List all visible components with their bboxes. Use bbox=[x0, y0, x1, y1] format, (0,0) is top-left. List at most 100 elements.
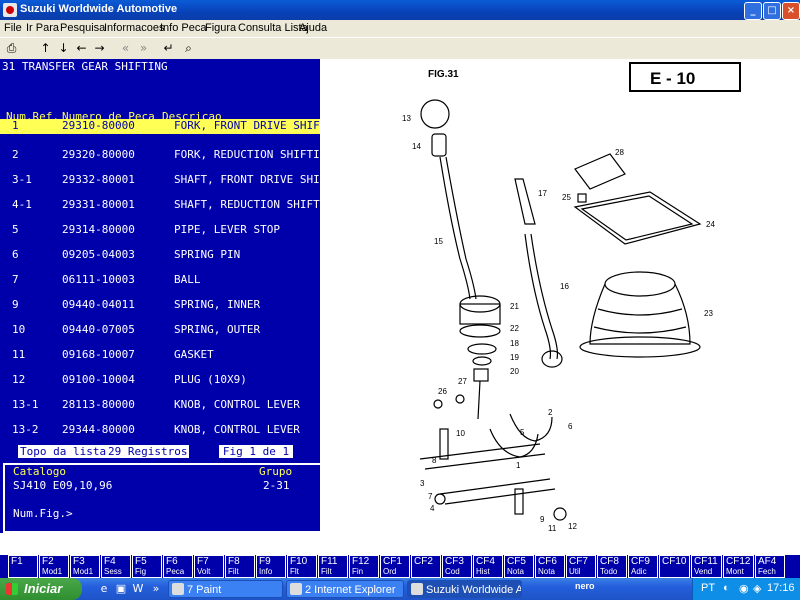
fkey-cf9[interactable]: CF9 Adic bbox=[628, 555, 658, 578]
clock: 17:16 bbox=[767, 582, 795, 594]
first-page-icon[interactable]: « bbox=[117, 40, 134, 57]
fkey-f1[interactable]: F1 bbox=[8, 555, 38, 578]
fkey-cf12[interactable]: CF12 Mont bbox=[723, 555, 754, 578]
task-paint-label: 7 Paint bbox=[187, 584, 222, 596]
minimize-button[interactable]: _ bbox=[744, 2, 762, 20]
fkey-cf3[interactable]: CF3 Cod bbox=[442, 555, 472, 578]
fkey-cf5[interactable]: CF5 Nota bbox=[504, 555, 534, 578]
table-row[interactable]: 12 09100-10004 PLUG (10X9) bbox=[0, 373, 320, 388]
quicklaunch-more-icon[interactable]: » bbox=[148, 581, 164, 597]
fkey-description: Mod1 bbox=[73, 567, 94, 576]
ref-number-cell: 13-2 bbox=[12, 423, 39, 436]
fkey-f6[interactable]: F6 Peca bbox=[163, 555, 193, 578]
fkey-af4[interactable]: AF4 Fech bbox=[755, 555, 785, 578]
menu-consulta-lista[interactable]: Consulta Lista bbox=[238, 22, 308, 34]
table-row[interactable]: 13-1 28113-80000 KNOB, CONTROL LEVER bbox=[0, 398, 320, 413]
maximize-button[interactable]: □ bbox=[763, 2, 781, 20]
task-internet-explorer[interactable]: 2 Internet Explorer bbox=[286, 580, 404, 598]
fkey-f7[interactable]: F7 Volt bbox=[194, 555, 224, 578]
group-value: 2-31 bbox=[263, 479, 290, 492]
callout-9: 9 bbox=[540, 515, 545, 524]
menu-file[interactable]: File bbox=[4, 22, 22, 34]
table-row[interactable]: 10 09440-07005 SPRING, OUTER bbox=[0, 323, 320, 338]
callout-6: 6 bbox=[568, 422, 573, 431]
arrow-up-icon[interactable]: ↑ bbox=[37, 40, 54, 57]
fkey-label: CF10 bbox=[662, 556, 687, 567]
task-paint[interactable]: 7 Paint bbox=[168, 580, 283, 598]
fkey-f4[interactable]: F4 Sess bbox=[101, 555, 131, 578]
figure-number-input[interactable]: Num.Fig.> bbox=[13, 507, 73, 520]
menu-ir-para[interactable]: Ir Para bbox=[26, 22, 59, 34]
description-cell: GASKET bbox=[174, 348, 214, 361]
table-row[interactable]: 6 09205-04003 SPRING PIN bbox=[0, 248, 320, 263]
task-suzuki-label: Suzuki Worldwide A... bbox=[426, 584, 522, 596]
close-button[interactable]: × bbox=[782, 2, 800, 20]
table-row[interactable]: 7 06111-10003 BALL bbox=[0, 273, 320, 288]
fkey-cf7[interactable]: CF7 Util bbox=[566, 555, 596, 578]
fkey-cf2[interactable]: CF2 bbox=[411, 555, 441, 578]
nero-logo[interactable]: nero bbox=[575, 581, 595, 591]
last-page-icon[interactable]: » bbox=[135, 40, 152, 57]
tray-icon-1[interactable]: ◐ bbox=[723, 582, 730, 594]
fkey-cf1[interactable]: CF1 Ord bbox=[380, 555, 410, 578]
fkey-f12[interactable]: F12 Fin bbox=[349, 555, 379, 578]
callout-4: 4 bbox=[430, 504, 435, 513]
tray-icon-3[interactable]: ◈ bbox=[753, 582, 761, 595]
menu-pesquisa[interactable]: Pesquisa bbox=[60, 22, 105, 34]
records-count: 29 Registros bbox=[106, 445, 190, 458]
table-row[interactable]: 13-2 29344-80000 KNOB, CONTROL LEVER bbox=[0, 423, 320, 438]
arrow-right-icon[interactable]: → bbox=[91, 40, 108, 57]
table-row[interactable]: 9 09440-04011 SPRING, INNER bbox=[0, 298, 320, 313]
task-suzuki[interactable]: Suzuki Worldwide A... bbox=[407, 580, 522, 598]
print-icon[interactable]: ⎙ bbox=[3, 40, 20, 57]
ref-number-cell: 11 bbox=[12, 348, 26, 361]
parts-drawing[interactable]: FIG.31 E - 10 13 14 15 16 17 18 19 20 21… bbox=[320, 59, 800, 533]
ie-quicklaunch-icon[interactable]: e bbox=[96, 581, 112, 597]
arrow-left-icon[interactable]: ← bbox=[73, 40, 90, 57]
ref-number-cell: 12 bbox=[12, 373, 26, 386]
table-row[interactable]: 11 09168-10007 GASKET bbox=[0, 348, 320, 363]
fkey-cf11[interactable]: CF11 Vend bbox=[691, 555, 722, 578]
description-cell: SHAFT, REDUCTION SHIFTING bbox=[174, 198, 320, 211]
fkey-description: Filt bbox=[321, 567, 332, 576]
fkey-description: Mont bbox=[726, 567, 744, 576]
table-row[interactable]: 5 29314-80000 PIPE, LEVER STOP bbox=[0, 223, 320, 238]
description-cell: SPRING PIN bbox=[174, 248, 241, 261]
fkey-cf4[interactable]: CF4 Hist bbox=[473, 555, 503, 578]
catalog-box: Catalogo SJ410 E09,10,96 Grupo 2-31 Num.… bbox=[3, 463, 320, 533]
table-row[interactable]: 2 29320-80000 FORK, REDUCTION SHIFTING bbox=[0, 148, 320, 163]
fkey-label: CF7 bbox=[569, 556, 588, 567]
fkey-f9[interactable]: F9 Info bbox=[256, 555, 286, 578]
menu-ajuda[interactable]: Ajuda bbox=[299, 22, 327, 34]
fkey-f2[interactable]: F2 Mod1 bbox=[39, 555, 69, 578]
explorer-quicklaunch-icon[interactable]: ▣ bbox=[113, 581, 129, 597]
table-row[interactable]: 3-1 29332-80001 SHAFT, FRONT DRIVE SHIFT bbox=[0, 173, 320, 188]
menu-figura[interactable]: Figura bbox=[205, 22, 236, 34]
table-row[interactable]: 4-1 29331-80001 SHAFT, REDUCTION SHIFTING bbox=[0, 198, 320, 213]
table-row[interactable]: 1 29310-80000 FORK, FRONT DRIVE SHIFT bbox=[0, 119, 320, 134]
fkey-f11[interactable]: F11 Filt bbox=[318, 555, 348, 578]
fkey-f5[interactable]: F5 Fig bbox=[132, 555, 162, 578]
callout-24: 24 bbox=[706, 220, 715, 229]
fkey-f3[interactable]: F3 Mod1 bbox=[70, 555, 100, 578]
fkey-f8[interactable]: F8 Filt bbox=[225, 555, 255, 578]
fkey-cf10[interactable]: CF10 bbox=[659, 555, 690, 578]
description-cell: FORK, REDUCTION SHIFTING bbox=[174, 148, 320, 161]
return-icon[interactable]: ↵ bbox=[160, 40, 177, 57]
language-indicator[interactable]: PT bbox=[701, 582, 715, 594]
fkey-f10[interactable]: F10 Flt bbox=[287, 555, 317, 578]
menu-info-peca[interactable]: Info Peca bbox=[160, 22, 206, 34]
tray-icon-2[interactable]: ◉ bbox=[739, 582, 749, 595]
app-icon[interactable] bbox=[3, 3, 17, 17]
fkey-cf6[interactable]: CF6 Nota bbox=[535, 555, 565, 578]
word-quicklaunch-icon[interactable]: W bbox=[130, 581, 146, 597]
lever-16-edge bbox=[530, 233, 559, 360]
arrow-down-icon[interactable]: ↓ bbox=[55, 40, 72, 57]
fkey-cf8[interactable]: CF8 Todo bbox=[597, 555, 627, 578]
top-of-list-label[interactable]: Topo da lista bbox=[18, 445, 109, 458]
start-button[interactable]: Iniciar bbox=[0, 578, 82, 600]
part-18-shape bbox=[467, 343, 497, 355]
zoom-icon[interactable]: ⌕ bbox=[180, 40, 197, 57]
knob-shape bbox=[420, 99, 450, 129]
menu-informacoes[interactable]: Informacoes bbox=[104, 22, 165, 34]
